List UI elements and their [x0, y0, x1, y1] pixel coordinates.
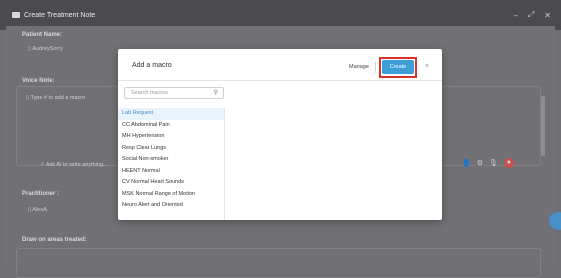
editor-toolbar: 👤 ⚙ 🎙 ● — [462, 158, 514, 168]
macro-list-item[interactable]: CC Abdominal Pain — [118, 120, 224, 132]
search-icon: ⚲ — [213, 90, 218, 96]
macro-list-item[interactable]: MH Hypertension — [118, 131, 224, 143]
close-window-button[interactable]: ✕ — [544, 11, 551, 20]
voice-note-label: Voice Note: — [22, 78, 55, 84]
note-icon — [12, 12, 20, 18]
close-icon[interactable]: × — [425, 63, 429, 70]
practitioner-label: Practitioner : — [22, 191, 60, 197]
header-divider — [375, 61, 376, 73]
help-chat-icon[interactable] — [549, 212, 561, 230]
create-button[interactable]: Create — [382, 60, 414, 74]
macro-list-item[interactable]: HEENT Normal — [118, 166, 224, 178]
patient-label: Patient Name: — [22, 32, 63, 38]
macro-list-item[interactable]: Neuro Alert and Oriented — [118, 200, 224, 212]
macro-list: Lab Request CC Abdominal Pain MH Hypertens… — [118, 108, 225, 220]
body-chart-area[interactable] — [16, 248, 541, 278]
manage-button[interactable]: Manage — [345, 60, 373, 73]
macro-list-item[interactable]: MSK Normal Range of Motion — [118, 189, 224, 201]
ai-chat-input[interactable]: ✧ Ask AI to write anything... — [40, 162, 108, 168]
window-title: Create Treatment Note — [24, 11, 96, 19]
modal-header: Add a macro Manage Create × — [118, 49, 442, 81]
voice-note-input[interactable]: ▯ Type # to add a macro — [26, 95, 85, 101]
search-macros-input[interactable]: Search macros ⚲ — [124, 87, 224, 99]
patient-value[interactable]: ▯ AudreySorry — [28, 46, 63, 52]
macro-list-item[interactable]: Social Non-smoker — [118, 154, 224, 166]
search-placeholder: Search macros — [131, 90, 168, 96]
macro-list-item[interactable]: Resp Clear Lungs — [118, 143, 224, 155]
form-scrollbar[interactable] — [541, 96, 545, 156]
add-macro-modal: Add a macro Manage Create × Search macro… — [118, 49, 442, 220]
user-icon[interactable]: 👤 — [462, 159, 471, 167]
record-icon[interactable]: ● — [503, 158, 514, 168]
modal-title: Add a macro — [132, 62, 172, 69]
maximize-button[interactable]: ⤢ — [528, 10, 534, 20]
macro-list-item[interactable]: CV Normal Heart Sounds — [118, 177, 224, 189]
practitioner-value[interactable]: ▯ AlexA. — [28, 207, 48, 213]
draw-areas-label: Draw on areas treated: — [22, 237, 87, 243]
minimize-button[interactable]: – — [513, 11, 517, 20]
macro-list-item[interactable]: Lab Request — [118, 108, 224, 120]
microphone-icon[interactable]: 🎙 — [489, 159, 498, 167]
settings-icon[interactable]: ⚙ — [477, 159, 483, 167]
